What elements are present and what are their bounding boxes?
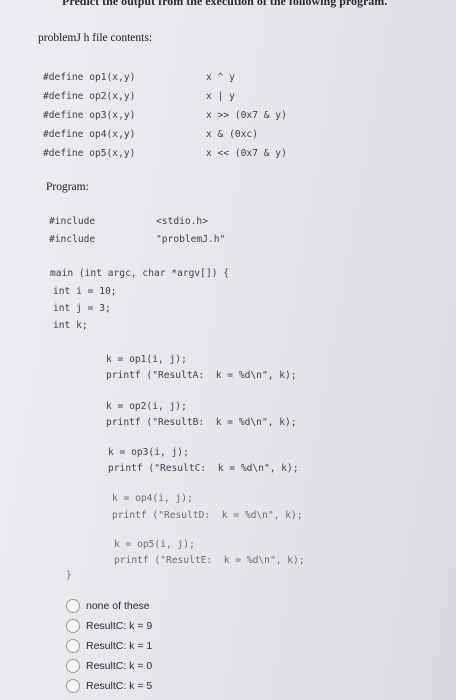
radio-button[interactable] xyxy=(66,639,80,653)
option-label: ResultC: k = 5 xyxy=(86,680,153,692)
defines-label: problemJ h file contents: xyxy=(38,32,153,44)
block-3-assign: k = op3(i, j); xyxy=(108,447,189,458)
option-resultc-0[interactable]: ResultC: k = 0 xyxy=(66,656,152,676)
include-1-keyword: #include xyxy=(49,216,96,227)
define-row-1-right: x ^ y xyxy=(206,72,235,83)
option-resultc-5[interactable]: ResultC: k = 5 xyxy=(66,676,152,696)
decl-k: int k; xyxy=(53,320,88,331)
define-row-1-left: #define op1(x,y) xyxy=(43,72,136,83)
option-label: ResultC: k = 1 xyxy=(86,640,153,652)
main-signature: main (int argc, char *argv[]) { xyxy=(50,268,230,279)
define-row-5-left: #define op5(x,y) xyxy=(43,148,136,159)
radio-button[interactable] xyxy=(66,619,80,633)
page: Predict the output from the execution of… xyxy=(0,0,456,700)
block-4-print: printf ("ResultD: k = %d\n", k); xyxy=(112,510,303,521)
radio-button[interactable] xyxy=(66,599,80,613)
define-row-2-left: #define op2(x,y) xyxy=(43,91,136,102)
define-row-4-right: x & (0xc) xyxy=(206,129,258,140)
define-row-3-right: x >> (0x7 & y) xyxy=(206,110,287,121)
question-text: Predict the output from the execution of… xyxy=(62,0,388,8)
main-close-brace: } xyxy=(66,570,72,581)
program-label: Program: xyxy=(46,181,89,193)
block-5-assign: k = op5(i, j); xyxy=(114,539,195,550)
radio-button[interactable] xyxy=(66,679,80,693)
define-row-4-left: #define op4(x,y) xyxy=(43,129,136,140)
option-label: ResultC: k = 9 xyxy=(86,620,153,632)
option-label: ResultC: k = 0 xyxy=(86,660,153,672)
block-3-print: printf ("ResultC: k = %d\n", k); xyxy=(108,463,299,474)
block-4-assign: k = op4(i, j); xyxy=(112,493,193,504)
include-2-keyword: #include xyxy=(49,234,96,245)
block-2-print: printf ("ResultB: k = %d\n", k); xyxy=(106,417,297,428)
option-resultc-1[interactable]: ResultC: k = 1 xyxy=(66,636,152,656)
define-row-3-left: #define op3(x,y) xyxy=(43,110,136,121)
option-label: none of these xyxy=(86,600,150,612)
decl-j: int j = 3; xyxy=(53,303,111,314)
radio-button[interactable] xyxy=(66,659,80,673)
option-resultc-9[interactable]: ResultC: k = 9 xyxy=(66,616,152,636)
block-1-assign: k = op1(i, j); xyxy=(106,354,187,365)
decl-i: int i = 10; xyxy=(53,286,117,297)
block-5-print: printf ("ResultE: k = %d\n", k); xyxy=(114,555,305,566)
include-1-file: <stdio.h> xyxy=(156,216,208,227)
answer-options: none of these ResultC: k = 9 ResultC: k … xyxy=(66,596,152,696)
define-row-2-right: x | y xyxy=(206,91,235,102)
block-2-assign: k = op2(i, j); xyxy=(106,401,187,412)
include-2-file: "problemJ.h" xyxy=(156,234,226,245)
option-none-of-these[interactable]: none of these xyxy=(66,596,152,616)
define-row-5-right: x << (0x7 & y) xyxy=(206,148,287,159)
block-1-print: printf ("ResultA: k = %d\n", k); xyxy=(106,370,297,381)
